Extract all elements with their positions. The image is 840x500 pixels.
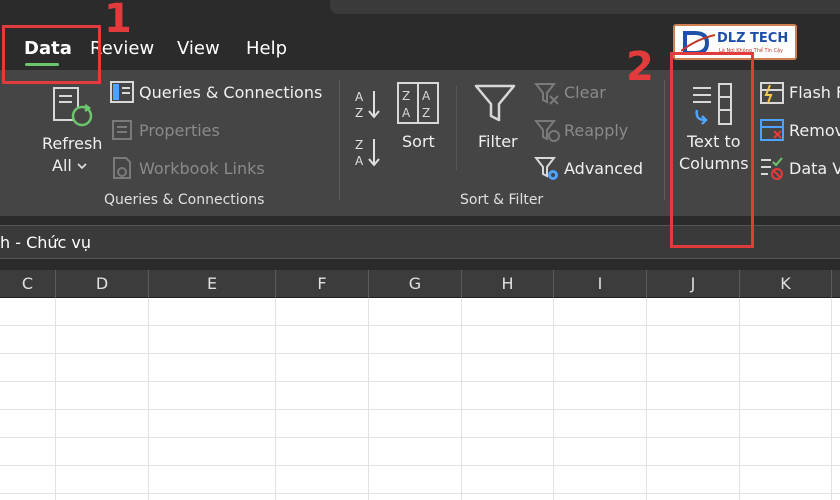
column-header-k[interactable]: K bbox=[740, 270, 832, 298]
data-validation-icon[interactable] bbox=[760, 156, 784, 180]
grid-line bbox=[275, 298, 276, 500]
annotation-step-1: 1 bbox=[104, 0, 132, 42]
svg-text:Z: Z bbox=[355, 106, 363, 120]
logo-text: DLZ TECH bbox=[717, 31, 789, 46]
grid-line bbox=[148, 298, 149, 500]
title-strip bbox=[330, 0, 840, 14]
annotation-box-data-tab bbox=[2, 25, 101, 84]
grid-line bbox=[646, 298, 647, 500]
worksheet-grid[interactable] bbox=[0, 298, 840, 500]
grid-line bbox=[368, 298, 369, 500]
filter-icon[interactable] bbox=[473, 82, 517, 126]
column-header-c[interactable]: C bbox=[0, 270, 56, 298]
workbook-links-button[interactable]: Workbook Links bbox=[139, 159, 265, 178]
flash-fill-button[interactable]: Flash F bbox=[789, 83, 840, 102]
group-separator bbox=[664, 80, 665, 200]
svg-text:Z: Z bbox=[422, 106, 430, 120]
reapply-button[interactable]: Reapply bbox=[564, 121, 628, 140]
svg-text:A: A bbox=[355, 90, 364, 104]
data-validation-button[interactable]: Data V bbox=[789, 159, 840, 178]
group-separator bbox=[339, 80, 340, 200]
column-header-g[interactable]: G bbox=[369, 270, 462, 298]
grid-line bbox=[0, 493, 840, 494]
advanced-button[interactable]: Advanced bbox=[564, 159, 643, 178]
queries-connections-button[interactable]: Queries & Connections bbox=[139, 83, 322, 102]
refresh-all-label[interactable]: Refresh bbox=[42, 134, 102, 153]
tab-view[interactable]: View bbox=[177, 38, 220, 59]
grid-line bbox=[0, 353, 840, 354]
grid-line bbox=[831, 298, 832, 500]
column-header-d[interactable]: D bbox=[56, 270, 149, 298]
group-label-queries: Queries & Connections bbox=[104, 192, 265, 208]
column-header-j[interactable]: J bbox=[647, 270, 740, 298]
tab-help[interactable]: Help bbox=[246, 38, 287, 59]
svg-text:A: A bbox=[402, 106, 411, 120]
properties-button[interactable]: Properties bbox=[139, 121, 220, 140]
sort-za-icon[interactable]: Z A bbox=[354, 136, 382, 168]
refresh-all-icon bbox=[53, 87, 93, 127]
reapply-icon bbox=[534, 120, 560, 142]
chevron-down-icon[interactable] bbox=[77, 163, 87, 171]
grid-line bbox=[55, 298, 56, 500]
svg-text:A: A bbox=[355, 154, 364, 168]
annotation-box-text-to-columns bbox=[670, 52, 754, 248]
properties-icon bbox=[112, 120, 132, 140]
column-header-e[interactable]: E bbox=[149, 270, 276, 298]
grid-line bbox=[0, 381, 840, 382]
svg-text:Z: Z bbox=[402, 89, 410, 103]
filter-button[interactable]: Filter bbox=[478, 132, 518, 151]
grid-line bbox=[739, 298, 740, 500]
svg-text:A: A bbox=[422, 89, 431, 103]
flash-fill-icon[interactable] bbox=[760, 82, 784, 104]
sort-icon[interactable]: Z A A Z bbox=[397, 82, 439, 124]
remove-duplicates-icon[interactable] bbox=[760, 119, 784, 141]
svg-text:Z: Z bbox=[355, 138, 363, 152]
advanced-filter-icon bbox=[534, 157, 558, 180]
sort-az-icon[interactable]: A Z bbox=[354, 88, 382, 120]
column-header-f[interactable]: F bbox=[276, 270, 369, 298]
grid-line bbox=[0, 465, 840, 466]
remove-duplicates-button[interactable]: Remov bbox=[789, 121, 840, 140]
refresh-all-label-2[interactable]: All bbox=[52, 156, 72, 175]
formula-bar-content[interactable]: h - Chức vụ bbox=[0, 233, 91, 252]
grid-line bbox=[0, 325, 840, 326]
grid-line bbox=[0, 409, 840, 410]
queries-connections-icon bbox=[110, 81, 134, 103]
grid-line bbox=[0, 437, 840, 438]
annotation-step-2: 2 bbox=[626, 44, 654, 90]
sort-button[interactable]: Sort bbox=[402, 132, 435, 151]
workbook-links-icon bbox=[113, 157, 131, 179]
column-header-h[interactable]: H bbox=[462, 270, 554, 298]
column-header-i[interactable]: I bbox=[554, 270, 647, 298]
inner-separator bbox=[456, 86, 457, 170]
clear-filter-icon bbox=[534, 83, 559, 105]
grid-line bbox=[553, 298, 554, 500]
clear-button[interactable]: Clear bbox=[564, 83, 606, 102]
column-header-row: C D E F G H I J K bbox=[0, 270, 840, 298]
grid-line bbox=[461, 298, 462, 500]
group-label-sort-filter: Sort & Filter bbox=[460, 192, 544, 208]
